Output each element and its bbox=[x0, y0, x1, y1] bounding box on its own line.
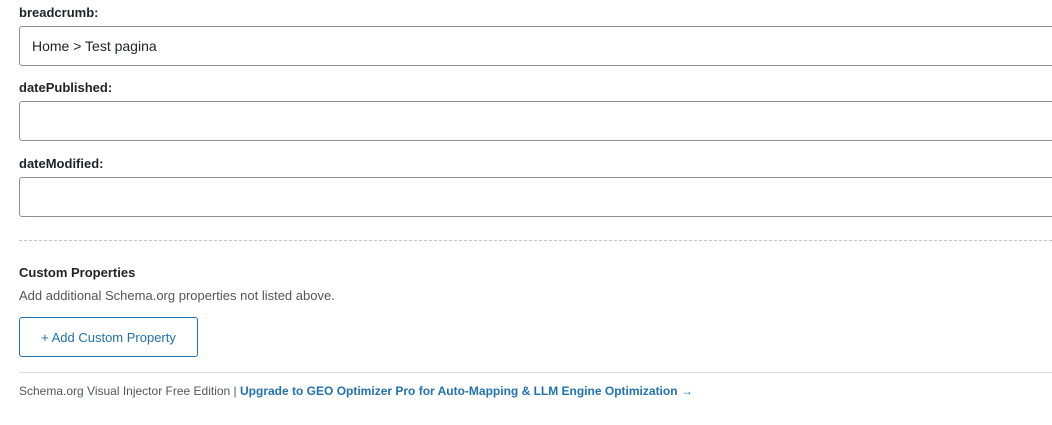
breadcrumb-label: breadcrumb: bbox=[19, 5, 99, 20]
breadcrumb-input[interactable] bbox=[19, 26, 1052, 66]
custom-properties-description: Add additional Schema.org properties not… bbox=[19, 288, 335, 303]
date-modified-label: dateModified: bbox=[19, 156, 104, 171]
upgrade-link[interactable]: Upgrade to GEO Optimizer Pro for Auto-Ma… bbox=[240, 384, 693, 398]
footer-divider bbox=[19, 372, 1052, 373]
section-divider bbox=[19, 240, 1052, 241]
date-published-input[interactable] bbox=[19, 101, 1052, 141]
date-published-label: datePublished: bbox=[19, 80, 113, 95]
footer: Schema.org Visual Injector Free Edition … bbox=[19, 384, 693, 398]
edition-text: Schema.org Visual Injector Free Edition … bbox=[19, 384, 237, 398]
add-custom-property-button[interactable]: + Add Custom Property bbox=[19, 317, 198, 357]
date-modified-input[interactable] bbox=[19, 177, 1052, 217]
custom-properties-title: Custom Properties bbox=[19, 265, 136, 280]
